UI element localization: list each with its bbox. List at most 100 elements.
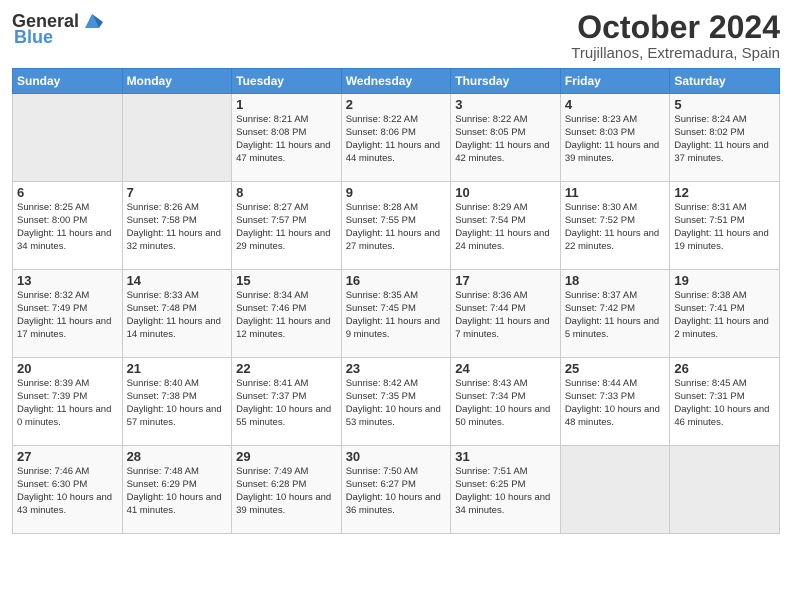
cell-3-1: 13Sunrise: 8:32 AM Sunset: 7:49 PM Dayli… — [13, 270, 123, 358]
day-number: 31 — [455, 449, 556, 464]
cell-4-3: 22 Sunrise: 8:41 AM Sunset: 7:37 PM Dayli… — [232, 358, 342, 446]
cell-1-3: 1Sunrise: 8:21 AM Sunset: 8:08 PM Daylig… — [232, 94, 342, 182]
logo: General Blue — [12, 10, 103, 46]
day-number: 9 — [346, 185, 447, 200]
cell-5-2: 28 Sunrise: 7:48 AM Sunset: 6:29 PM Dayli… — [122, 446, 232, 534]
cell-info: Sunrise: 8:21 AM Sunset: 8:08 PM Dayligh… — [236, 114, 337, 165]
cell-info: Sunrise: 8:22 AM Sunset: 8:05 PM Dayligh… — [455, 114, 556, 165]
day-number: 4 — [565, 97, 666, 112]
cell-2-6: 11 Sunrise: 8:30 AM Sunset: 7:52 PM Dayli… — [560, 182, 670, 270]
cell-info: Sunrise: 7:49 AM Sunset: 6:28 PM Dayligh… — [236, 466, 337, 517]
week-row-3: 13Sunrise: 8:32 AM Sunset: 7:49 PM Dayli… — [13, 270, 780, 358]
cell-info: Sunrise: 7:50 AM Sunset: 6:27 PM Dayligh… — [346, 466, 447, 517]
col-friday: Friday — [560, 69, 670, 94]
cell-info: Sunrise: 8:27 AM Sunset: 7:57 PM Dayligh… — [236, 202, 337, 253]
cell-info: Sunrise: 8:39 AM Sunset: 7:39 PM Dayligh… — [17, 378, 118, 429]
cell-2-5: 10 Sunrise: 8:29 AM Sunset: 7:54 PM Dayli… — [451, 182, 561, 270]
cell-info: Sunrise: 8:37 AM Sunset: 7:42 PM Dayligh… — [565, 290, 666, 341]
cell-info: Sunrise: 8:31 AM Sunset: 7:51 PM Dayligh… — [674, 202, 775, 253]
month-title: October 2024 — [571, 10, 780, 45]
cell-3-7: 19Sunrise: 8:38 AM Sunset: 7:41 PM Dayli… — [670, 270, 780, 358]
day-number: 13 — [17, 273, 118, 288]
cell-info: Sunrise: 8:44 AM Sunset: 7:33 PM Dayligh… — [565, 378, 666, 429]
cell-info: Sunrise: 7:46 AM Sunset: 6:30 PM Dayligh… — [17, 466, 118, 517]
cell-2-3: 8 Sunrise: 8:27 AM Sunset: 7:57 PM Daylig… — [232, 182, 342, 270]
cell-5-1: 27 Sunrise: 7:46 AM Sunset: 6:30 PM Dayli… — [13, 446, 123, 534]
day-number: 20 — [17, 361, 118, 376]
logo-icon — [81, 10, 103, 32]
day-number: 27 — [17, 449, 118, 464]
day-number: 24 — [455, 361, 556, 376]
cell-info: Sunrise: 8:35 AM Sunset: 7:45 PM Dayligh… — [346, 290, 447, 341]
day-number: 5 — [674, 97, 775, 112]
cell-info: Sunrise: 8:23 AM Sunset: 8:03 PM Dayligh… — [565, 114, 666, 165]
day-number: 16 — [346, 273, 447, 288]
cell-info: Sunrise: 7:51 AM Sunset: 6:25 PM Dayligh… — [455, 466, 556, 517]
logo-text-blue: Blue — [14, 28, 53, 46]
calendar-table: Sunday Monday Tuesday Wednesday Thursday… — [12, 68, 780, 534]
location-title: Trujillanos, Extremadura, Spain — [571, 45, 780, 62]
cell-5-7 — [670, 446, 780, 534]
day-number: 18 — [565, 273, 666, 288]
cell-info: Sunrise: 8:28 AM Sunset: 7:55 PM Dayligh… — [346, 202, 447, 253]
cell-info: Sunrise: 8:40 AM Sunset: 7:38 PM Dayligh… — [127, 378, 228, 429]
cell-info: Sunrise: 8:41 AM Sunset: 7:37 PM Dayligh… — [236, 378, 337, 429]
col-wednesday: Wednesday — [341, 69, 451, 94]
day-number: 10 — [455, 185, 556, 200]
cell-3-6: 18 Sunrise: 8:37 AM Sunset: 7:42 PM Dayli… — [560, 270, 670, 358]
cell-info: Sunrise: 8:26 AM Sunset: 7:58 PM Dayligh… — [127, 202, 228, 253]
week-row-4: 20 Sunrise: 8:39 AM Sunset: 7:39 PM Dayli… — [13, 358, 780, 446]
day-number: 14 — [127, 273, 228, 288]
day-number: 26 — [674, 361, 775, 376]
week-row-5: 27 Sunrise: 7:46 AM Sunset: 6:30 PM Dayli… — [13, 446, 780, 534]
day-number: 3 — [455, 97, 556, 112]
cell-5-5: 31 Sunrise: 7:51 AM Sunset: 6:25 PM Dayli… — [451, 446, 561, 534]
cell-5-4: 30 Sunrise: 7:50 AM Sunset: 6:27 PM Dayli… — [341, 446, 451, 534]
col-monday: Monday — [122, 69, 232, 94]
cell-info: Sunrise: 8:45 AM Sunset: 7:31 PM Dayligh… — [674, 378, 775, 429]
header: General Blue October 2024 Trujillanos, E… — [12, 10, 780, 62]
cell-2-4: 9 Sunrise: 8:28 AM Sunset: 7:55 PM Daylig… — [341, 182, 451, 270]
cell-1-7: 5Sunrise: 8:24 AM Sunset: 8:02 PM Daylig… — [670, 94, 780, 182]
cell-3-5: 17Sunrise: 8:36 AM Sunset: 7:44 PM Dayli… — [451, 270, 561, 358]
day-number: 8 — [236, 185, 337, 200]
day-number: 11 — [565, 185, 666, 200]
cell-info: Sunrise: 7:48 AM Sunset: 6:29 PM Dayligh… — [127, 466, 228, 517]
cell-1-5: 3 Sunrise: 8:22 AM Sunset: 8:05 PM Daylig… — [451, 94, 561, 182]
day-number: 30 — [346, 449, 447, 464]
cell-info: Sunrise: 8:34 AM Sunset: 7:46 PM Dayligh… — [236, 290, 337, 341]
cell-info: Sunrise: 8:42 AM Sunset: 7:35 PM Dayligh… — [346, 378, 447, 429]
week-row-2: 6 Sunrise: 8:25 AM Sunset: 8:00 PM Daylig… — [13, 182, 780, 270]
col-thursday: Thursday — [451, 69, 561, 94]
cell-info: Sunrise: 8:43 AM Sunset: 7:34 PM Dayligh… — [455, 378, 556, 429]
col-tuesday: Tuesday — [232, 69, 342, 94]
cell-info: Sunrise: 8:30 AM Sunset: 7:52 PM Dayligh… — [565, 202, 666, 253]
col-sunday: Sunday — [13, 69, 123, 94]
cell-2-2: 7 Sunrise: 8:26 AM Sunset: 7:58 PM Daylig… — [122, 182, 232, 270]
title-block: October 2024 Trujillanos, Extremadura, S… — [571, 10, 780, 62]
day-number: 29 — [236, 449, 337, 464]
cell-info: Sunrise: 8:22 AM Sunset: 8:06 PM Dayligh… — [346, 114, 447, 165]
cell-info: Sunrise: 8:29 AM Sunset: 7:54 PM Dayligh… — [455, 202, 556, 253]
cell-info: Sunrise: 8:33 AM Sunset: 7:48 PM Dayligh… — [127, 290, 228, 341]
day-number: 22 — [236, 361, 337, 376]
cell-1-2 — [122, 94, 232, 182]
cell-1-6: 4 Sunrise: 8:23 AM Sunset: 8:03 PM Daylig… — [560, 94, 670, 182]
cell-4-2: 21Sunrise: 8:40 AM Sunset: 7:38 PM Dayli… — [122, 358, 232, 446]
cell-info: Sunrise: 8:36 AM Sunset: 7:44 PM Dayligh… — [455, 290, 556, 341]
page-container: General Blue October 2024 Trujillanos, E… — [0, 0, 792, 542]
week-row-1: 1Sunrise: 8:21 AM Sunset: 8:08 PM Daylig… — [13, 94, 780, 182]
day-number: 7 — [127, 185, 228, 200]
header-row: Sunday Monday Tuesday Wednesday Thursday… — [13, 69, 780, 94]
cell-info: Sunrise: 8:38 AM Sunset: 7:41 PM Dayligh… — [674, 290, 775, 341]
day-number: 28 — [127, 449, 228, 464]
cell-info: Sunrise: 8:25 AM Sunset: 8:00 PM Dayligh… — [17, 202, 118, 253]
day-number: 15 — [236, 273, 337, 288]
cell-5-6 — [560, 446, 670, 534]
cell-1-4: 2Sunrise: 8:22 AM Sunset: 8:06 PM Daylig… — [341, 94, 451, 182]
cell-4-1: 20 Sunrise: 8:39 AM Sunset: 7:39 PM Dayli… — [13, 358, 123, 446]
cell-3-3: 15 Sunrise: 8:34 AM Sunset: 7:46 PM Dayli… — [232, 270, 342, 358]
day-number: 6 — [17, 185, 118, 200]
day-number: 25 — [565, 361, 666, 376]
cell-4-6: 25 Sunrise: 8:44 AM Sunset: 7:33 PM Dayli… — [560, 358, 670, 446]
